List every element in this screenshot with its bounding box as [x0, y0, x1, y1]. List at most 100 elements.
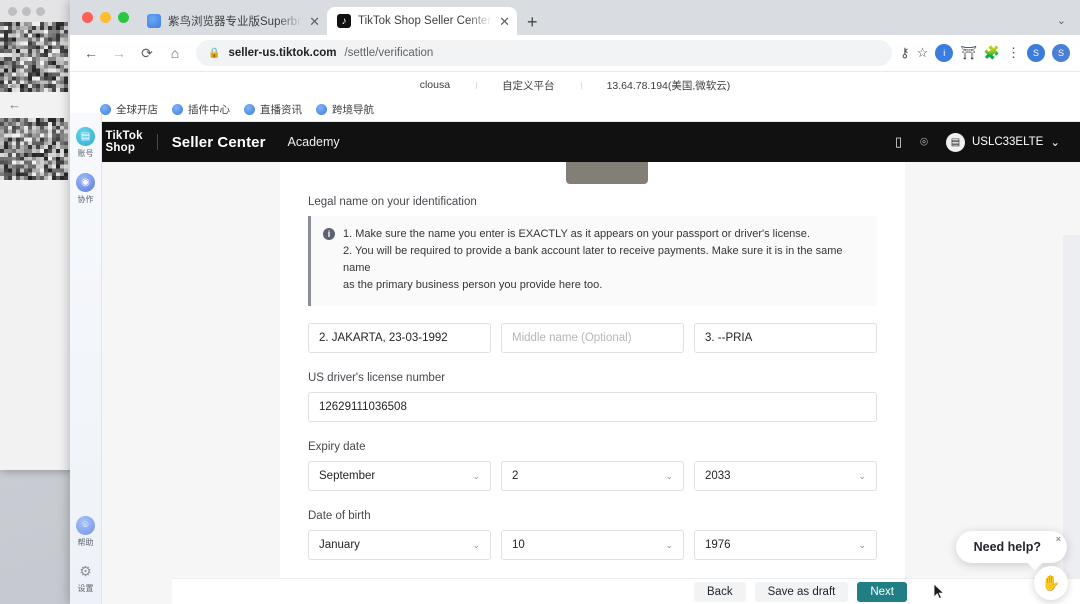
bookmark-label: 全球开店 [116, 102, 158, 117]
profile-icon[interactable]: i [935, 44, 953, 62]
dob-month-select[interactable]: January ⌄ [308, 530, 491, 560]
name-fields-row: 2. JAKARTA, 23-03-1992 Middle name (Opti… [308, 323, 877, 353]
need-help-bubble[interactable]: Need help? × [956, 531, 1067, 563]
need-help-label: Need help? [974, 540, 1041, 554]
close-icon[interactable]: ✕ [309, 15, 320, 28]
account-icon: ▤ [76, 127, 95, 146]
seller-center-title: Seller Center [172, 134, 266, 151]
star-icon[interactable]: ☆ [917, 45, 929, 61]
arrow-left-icon[interactable]: ← [8, 97, 21, 112]
dob-selects-row: January ⌄ 10 ⌄ 1976 ⌄ [308, 530, 877, 560]
bookmark-live-news[interactable]: 直播资讯 [244, 102, 302, 117]
rail-item-label: 账号 [78, 148, 94, 159]
rail-item-account[interactable]: ▤ 账号 [76, 127, 95, 159]
notice-line-1: 1. Make sure the name you enter is EXACT… [343, 226, 863, 243]
url-path: /settle/verification [344, 47, 433, 59]
grab-handle-button[interactable]: ✋ [1034, 566, 1068, 600]
censored-region [0, 118, 68, 180]
user-menu[interactable]: ▤ USLC33ELTE ⌄ [946, 133, 1060, 152]
chevron-down-icon[interactable]: ⌄ [1057, 14, 1066, 27]
address-bar[interactable]: 🔒 seller-us.tiktok.com/settle/verificati… [196, 40, 892, 66]
tab-title: TikTok Shop Seller Center | Uni [358, 15, 492, 27]
uploaded-document-thumbnail[interactable] [566, 162, 648, 184]
close-window-button[interactable] [82, 12, 93, 23]
save-as-draft-button[interactable]: Save as draft [755, 582, 849, 602]
window-controls[interactable] [80, 0, 137, 35]
rail-item-label: 帮助 [78, 537, 94, 548]
expiry-year-value: 2033 [705, 470, 731, 482]
chevron-down-icon: ⌄ [472, 471, 480, 482]
dob-month-value: January [319, 539, 360, 551]
dob-day-select[interactable]: 10 ⌄ [501, 530, 684, 560]
middle-name-input[interactable]: Middle name (Optional) [501, 323, 684, 353]
globe-icon [147, 14, 161, 28]
superbrowser-ext-icon[interactable]: S [1027, 44, 1045, 62]
rail-item-help[interactable]: ⌾ 帮助 [76, 516, 95, 548]
chevron-down-icon: ⌄ [472, 540, 480, 551]
background-window[interactable] [0, 0, 78, 470]
home-button[interactable]: ⌂ [162, 40, 188, 66]
minimize-window-button[interactable] [100, 12, 111, 23]
expiry-selects-row: September ⌄ 2 ⌄ 2033 ⌄ [308, 461, 877, 491]
platform-label: 自定义平台 [476, 78, 581, 93]
toolbar-icons: ⚷ ☆ i ⛩ 🧩 ⋮ S S [900, 44, 1072, 62]
tiktok-icon: ♪ [337, 14, 351, 28]
page-content: ♪ TikTok Shop Seller Center Academy ▯ ⌾ … [70, 122, 1080, 604]
expiry-date-group: Expiry date September ⌄ 2 ⌄ [308, 441, 877, 491]
dob-day-value: 10 [512, 539, 525, 551]
chevron-down-icon: ⌄ [665, 540, 673, 551]
hand-icon: ✋ [1042, 574, 1061, 592]
close-icon[interactable]: ✕ [499, 15, 510, 28]
rail-item-collaboration[interactable]: ◉ 协作 [76, 173, 95, 205]
forward-button[interactable]: → [106, 40, 132, 66]
expiry-day-select[interactable]: 2 ⌄ [501, 461, 684, 491]
tab-superbrowser[interactable]: 紫鸟浏览器专业版Superbrowser- ✕ [137, 7, 327, 35]
verification-form-card: Legal name on your identification i 1. M… [280, 162, 905, 604]
info-icon: i [323, 228, 335, 240]
maximize-window-button[interactable] [118, 12, 129, 23]
bookmark-global-store[interactable]: 全球开店 [100, 102, 158, 117]
close-icon[interactable]: × [1056, 534, 1061, 544]
expiry-day-value: 2 [512, 470, 518, 482]
header-actions: ▯ ⌾ ▤ USLC33ELTE ⌄ [895, 133, 1060, 152]
academy-link[interactable]: Academy [288, 135, 340, 149]
rail-bottom-group: ⌾ 帮助 ⚙ 设置 [76, 502, 95, 594]
bookmark-plugin-center[interactable]: 插件中心 [172, 102, 230, 117]
bookmarks-bar: 全球开店 插件中心 直播资讯 跨境导航 [70, 98, 1080, 122]
dob-year-value: 1976 [705, 539, 731, 551]
proxy-ip-label: 13.64.78.194(美国,微软云) [581, 78, 757, 93]
tab-tiktok-seller-center[interactable]: ♪ TikTok Shop Seller Center | Uni ✕ [327, 7, 517, 35]
gift-icon[interactable]: ⛩ [960, 45, 977, 61]
url-host: seller-us.tiktok.com [228, 47, 336, 59]
avatar: ▤ [946, 133, 965, 152]
key-icon[interactable]: ⚷ [900, 45, 910, 61]
next-button[interactable]: Next [857, 582, 907, 602]
first-name-input[interactable]: 2. JAKARTA, 23-03-1992 [308, 323, 491, 353]
back-button[interactable]: Back [694, 582, 746, 602]
expiry-date-label: Expiry date [308, 441, 877, 453]
arrow-up-icon[interactable]: ↑ [8, 80, 21, 95]
extensions-icon[interactable]: 🧩 [984, 45, 1000, 61]
mobile-icon[interactable]: ▯ [895, 134, 902, 150]
rail-item-settings[interactable]: ⚙ 设置 [76, 562, 95, 594]
notice-line-2: 2. You will be required to provide a ban… [343, 243, 863, 277]
tab-title: 紫鸟浏览器专业版Superbrowser- [168, 13, 302, 29]
license-number-input[interactable]: 12629111036508 [308, 392, 877, 422]
superbrowser-ext-icon-2[interactable]: S [1052, 44, 1070, 62]
reload-button[interactable]: ⟳ [134, 40, 160, 66]
bookmark-cross-border-nav[interactable]: 跨境导航 [316, 102, 374, 117]
expiry-month-value: September [319, 470, 375, 482]
license-field-group: US driver's license number 1262911103650… [308, 372, 877, 422]
superbrowser-info-strip: clousa 自定义平台 13.64.78.194(美国,微软云) [70, 72, 1080, 98]
expiry-year-select[interactable]: 2033 ⌄ [694, 461, 877, 491]
superbrowser-nav-arrows[interactable]: ↑ ← [8, 80, 21, 112]
screen: 紫鸟浏览器专业版Superbrowser- ✕ ♪ TikTok Shop Se… [0, 0, 1080, 604]
headset-icon[interactable]: ⌾ [920, 134, 928, 150]
expiry-month-select[interactable]: September ⌄ [308, 461, 491, 491]
back-button[interactable]: ← [78, 40, 104, 66]
new-tab-button[interactable]: + [527, 13, 538, 31]
dob-year-select[interactable]: 1976 ⌄ [694, 530, 877, 560]
more-menu-icon[interactable]: ⋮ [1007, 45, 1020, 61]
last-name-input[interactable]: 3. --PRIA [694, 323, 877, 353]
logo-line-2: Shop [106, 142, 136, 154]
